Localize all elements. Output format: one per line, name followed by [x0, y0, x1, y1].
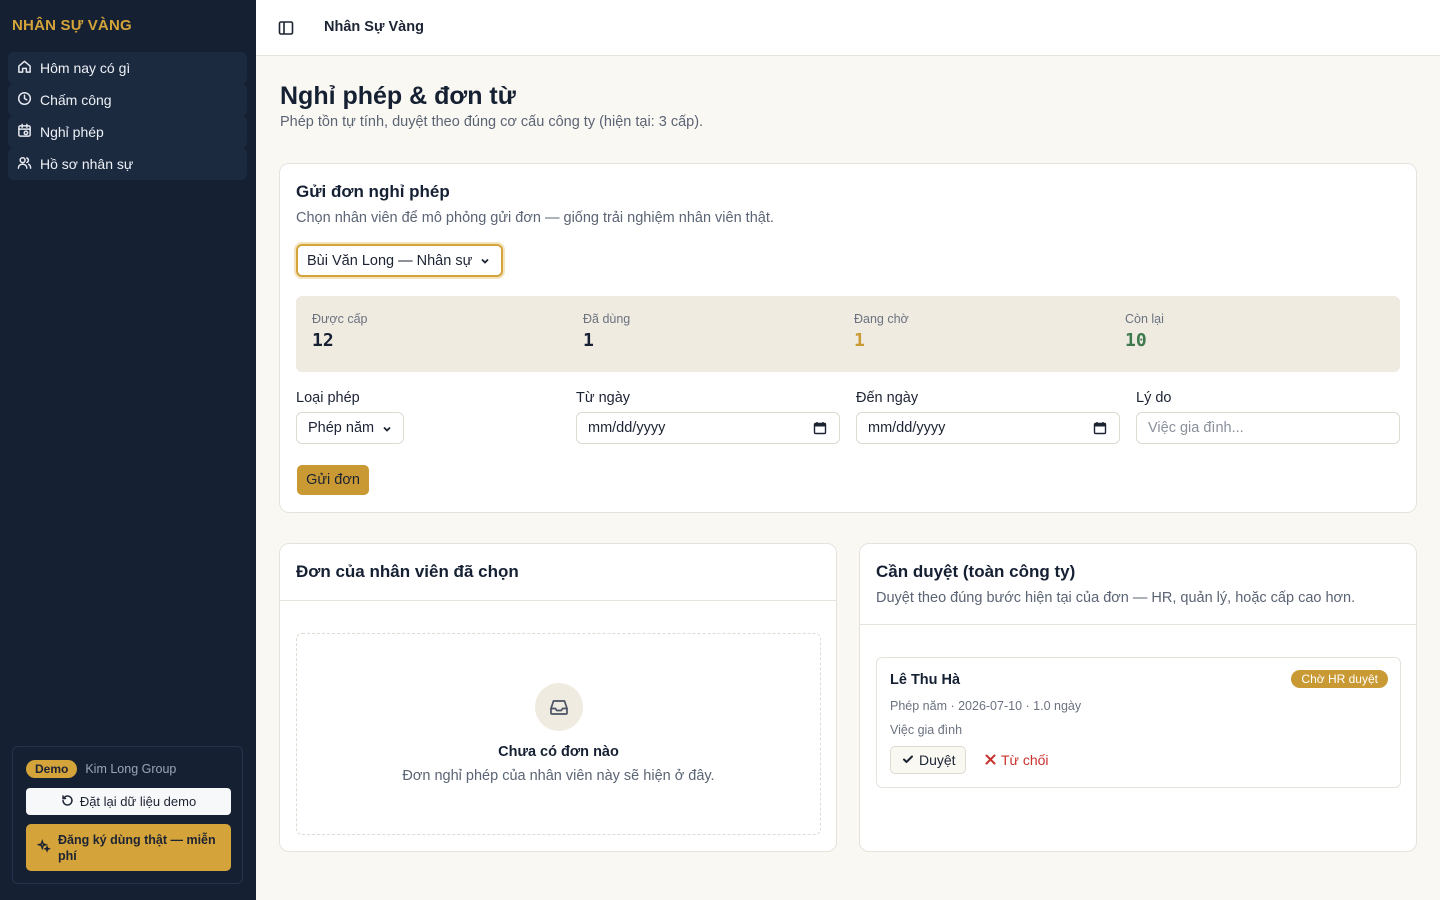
sidebar-item-label: Chấm công [40, 92, 112, 108]
reason-input[interactable]: Việc gia đình... [1136, 412, 1400, 444]
sidebar-item-label: Nghỉ phép [40, 124, 104, 140]
stat-remaining: Còn lại 10 [1125, 312, 1164, 351]
employee-card-title: Đơn của nhân viên đã chọn [296, 562, 519, 581]
topbar: Nhân Sự Vàng [256, 0, 1440, 56]
brand-logo: NHÂN SỰ VÀNG [12, 17, 132, 34]
submit-leave-button[interactable]: Gửi đơn [297, 465, 369, 495]
request-reason: Việc gia đình [890, 723, 963, 737]
form-card-title: Gửi đơn nghỉ phép [296, 182, 450, 201]
stat-value: 10 [1125, 330, 1147, 351]
calendar-icon [17, 123, 32, 141]
calendar-icon[interactable] [813, 421, 827, 435]
stat-label: Được cấp [312, 312, 368, 326]
reject-button[interactable]: Từ chối [985, 746, 1049, 774]
org-name: Kim Long Group [85, 762, 177, 776]
stat-value: 1 [854, 330, 865, 351]
reason-placeholder: Việc gia đình... [1148, 420, 1244, 436]
clock-icon [17, 91, 32, 109]
inbox-icon [535, 683, 583, 731]
requester-name: Lê Thu Hà [890, 672, 961, 688]
leave-type-select[interactable]: Phép năm [296, 412, 404, 444]
stat-used: Đã dùng 1 [583, 312, 630, 351]
sparkles-icon [36, 838, 51, 857]
sidebar-item-profiles[interactable]: Hồ sơ nhân sự [8, 148, 247, 180]
leave-request-form-card: Gửi đơn nghỉ phép Chọn nhân viên để mô p… [279, 163, 1417, 513]
form-card-subtitle: Chọn nhân viên để mô phỏng gửi đơn — giố… [296, 210, 774, 226]
empty-state: Chưa có đơn nào Đơn nghỉ phép của nhân v… [296, 633, 821, 835]
demo-panel: Demo Kim Long Group Đặt lại dữ liệu demo… [12, 746, 243, 884]
sidebar-item-attendance[interactable]: Chấm công [8, 84, 247, 116]
stat-granted: Được cấp 12 [312, 312, 367, 351]
check-icon [902, 752, 914, 768]
from-date-input[interactable]: mm/dd/yyyy [576, 412, 840, 444]
reject-label: Từ chối [1001, 752, 1049, 768]
sidebar-item-leave[interactable]: Nghỉ phép [8, 116, 247, 148]
chevron-down-icon [481, 258, 489, 264]
employee-requests-card: Đơn của nhân viên đã chọn Chưa có đơn nà… [279, 543, 837, 852]
sidebar-nav: Hôm nay có gì Chấm công Nghỉ phép Hồ sơ … [8, 52, 247, 180]
employee-select[interactable]: Bùi Văn Long — Nhân sự [296, 244, 503, 277]
leave-type-label: Loại phép [296, 390, 360, 406]
approve-button[interactable]: Duyệt [890, 746, 966, 774]
sidebar-toggle-icon[interactable] [278, 20, 294, 36]
divider [280, 600, 836, 601]
reason-label: Lý do [1136, 390, 1172, 406]
calendar-icon[interactable] [1093, 421, 1107, 435]
demo-badge: Demo [26, 760, 78, 778]
stat-value: 1 [583, 330, 594, 351]
leave-type-value: Phép năm [308, 420, 375, 436]
leave-request-item: Lê Thu Hà Chờ HR duyệt Phép năm · 2026-0… [876, 657, 1401, 788]
request-meta: Phép năm · 2026-07-10 · 1.0 ngày [890, 699, 1082, 713]
chevron-down-icon [383, 426, 391, 432]
approval-card-subtitle: Duyệt theo đúng bước hiện tại của đơn — … [876, 590, 1356, 606]
to-date-value: mm/dd/yyyy [868, 420, 946, 436]
from-date-label: Từ ngày [576, 390, 631, 406]
stat-value: 12 [312, 330, 334, 351]
home-icon [17, 59, 32, 77]
signup-button[interactable]: Đăng ký dùng thật — miễn phí [26, 824, 231, 871]
approval-queue-card: Cần duyệt (toàn công ty) Duyệt theo đúng… [859, 543, 1417, 852]
approval-card-title: Cần duyệt (toàn công ty) [876, 562, 1076, 581]
stat-label: Đang chờ [854, 312, 909, 326]
close-icon [985, 752, 996, 768]
divider [860, 624, 1416, 625]
status-badge: Chờ HR duyệt [1291, 670, 1388, 688]
sidebar-item-label: Hôm nay có gì [40, 60, 131, 76]
reset-demo-button[interactable]: Đặt lại dữ liệu demo [26, 788, 231, 815]
demo-info: Demo Kim Long Group [26, 760, 176, 778]
refresh-icon [61, 794, 74, 810]
page-title: Nghỉ phép & đơn từ [280, 82, 516, 110]
empty-state-title: Chưa có đơn nào [498, 744, 619, 760]
to-date-input[interactable]: mm/dd/yyyy [856, 412, 1120, 444]
approve-label: Duyệt [919, 752, 956, 768]
sidebar-item-today[interactable]: Hôm nay có gì [8, 52, 247, 84]
to-date-label: Đến ngày [856, 390, 919, 406]
page-subtitle: Phép tồn tự tính, duyệt theo đúng cơ cấu… [280, 114, 704, 130]
users-icon [17, 155, 32, 173]
employee-select-value: Bùi Văn Long — Nhân sự [307, 252, 473, 269]
empty-state-subtitle: Đơn nghỉ phép của nhân viên này sẽ hiện … [402, 768, 715, 784]
from-date-value: mm/dd/yyyy [588, 420, 666, 436]
reset-demo-label: Đặt lại dữ liệu demo [79, 794, 197, 809]
stat-pending: Đang chờ 1 [854, 312, 909, 351]
signup-label: Đăng ký dùng thật — miễn phí [58, 832, 216, 863]
leave-balance-stats: Được cấp 12 Đã dùng 1 Đang chờ 1 Còn lại… [296, 296, 1400, 372]
stat-label: Đã dùng [583, 312, 631, 326]
sidebar: NHÂN SỰ VÀNG Hôm nay có gì Chấm công Ngh… [0, 0, 256, 900]
stat-label: Còn lại [1125, 312, 1164, 326]
topbar-title: Nhân Sự Vàng [324, 19, 424, 35]
sidebar-item-label: Hồ sơ nhân sự [40, 156, 134, 172]
